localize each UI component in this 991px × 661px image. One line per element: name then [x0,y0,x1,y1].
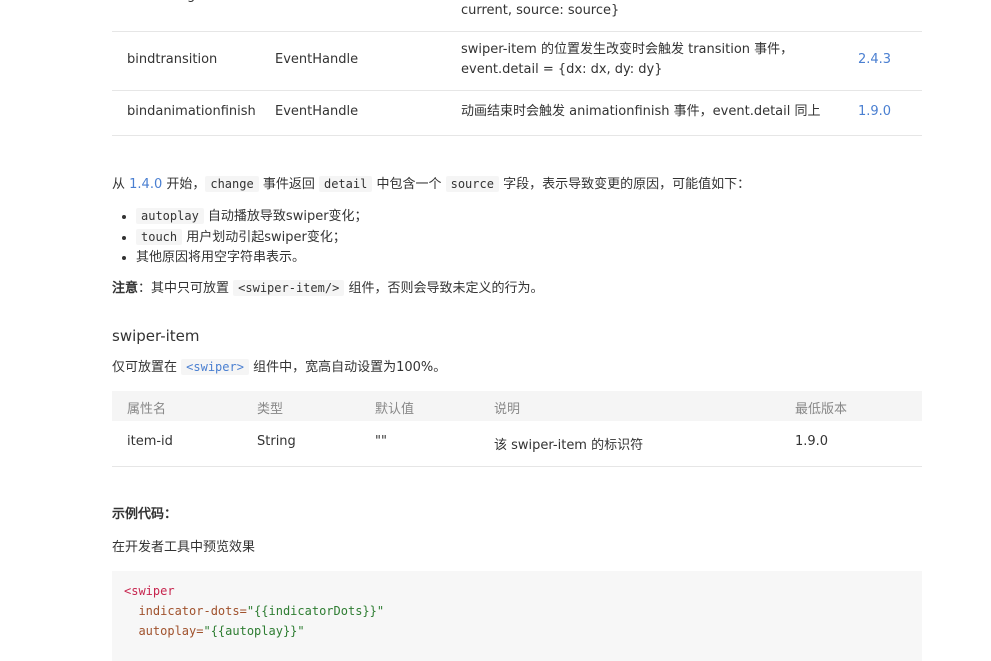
version-link[interactable]: 2.4.3 [858,50,891,70]
column-header: 默认值 [375,402,415,417]
code-attr: autoplay= [124,624,204,638]
prop-desc: 该 swiper-item 的标识符 [494,438,644,453]
swiper-item-desc: 仅可放置在 <swiper> 组件中，宽高自动设置为100%。 [112,357,446,378]
warning-text: 组件，否则会导致未定义的行为。 [344,281,544,296]
inline-code: touch [136,229,183,245]
list-item: touch 用户划动引起swiper变化； [136,227,368,248]
code-tag: <swiper [124,584,175,598]
table-header: 属性名 类型 默认值 说明 最低版本 [112,391,922,421]
note-text: 事件返回 [258,177,319,192]
source-values-list: autoplay 自动播放导致swiper变化； touch 用户划动引起swi… [112,206,368,268]
code-line: autoplay="{{autoplay}}" [124,621,305,641]
table-row: bindanimationfinish EventHandle 动画结束时会触发… [112,90,922,136]
event-type: EventHandle [275,104,359,119]
prop-default: "" [375,434,387,449]
inline-code: source [445,176,499,192]
event-name: bindanimationfinish [127,104,256,119]
code-attr: indicator-dots= [124,604,247,618]
inline-code: <swiper> [181,359,249,375]
desc-text: 组件中，宽高自动设置为100%。 [248,360,447,375]
event-desc-line1: 动画结束时会触发 animationfinish 事件，event.detail… [461,104,821,119]
column-header: 说明 [494,402,521,417]
warning-note: 注意：其中只可放置 <swiper-item/> 组件，否则会导致未定义的行为。 [112,278,543,299]
desc-text: 仅可放置在 [112,360,182,375]
code-string: "{{indicatorDots}}" [246,604,385,618]
note-text: 中包含一个 [372,177,446,192]
prop-type: String [257,434,296,449]
note-text: 从 [112,177,130,192]
inline-code: change [205,176,259,192]
event-type: EventHandle [275,0,358,6]
column-header: 最低版本 [795,402,848,417]
event-desc-line2: event.detail = {dx: dx, dy: dy} [461,62,663,77]
warning-text: ：其中只可放置 [138,281,234,296]
preview-link[interactable]: 在开发者工具中预览效果 [112,538,255,558]
code-string: "{{autoplay}}" [203,624,305,638]
inline-code: autoplay [136,208,204,224]
list-item-text: 自动播放导致swiper变化； [203,209,368,224]
event-type: EventHandle [275,52,359,67]
event-desc-line1: swiper-item 的位置发生改变时会触发 transition 事件， [461,42,794,57]
table-row: bindtransition EventHandle swiper-item 的… [112,31,922,91]
code-line: <swiper [124,581,175,601]
code-block: <swiper indicator-dots="{{indicatorDots}… [112,571,922,661]
event-name: bindchange [127,0,203,6]
prop-name: item-id [127,434,173,449]
section-heading: swiper-item [112,327,200,345]
event-desc-line2: current, source: source} [461,3,620,18]
example-title: 示例代码： [112,507,178,522]
event-name: bindtransition [127,52,218,67]
warning-label: 注意 [112,281,139,296]
list-item: 其他原因将用空字符串表示。 [136,248,368,268]
column-header: 类型 [257,402,284,417]
table-row: item-id String "" 该 swiper-item 的标识符 1.9… [112,421,922,467]
inline-code: detail [318,176,373,192]
note-text: 字段，表示导致变更的原因，可能值如下： [498,177,751,192]
note-text: 开始， [162,177,206,192]
inline-code: <swiper-item/> [233,280,345,296]
column-header: 属性名 [127,402,167,417]
list-item-text: 用户划动引起swiper变化； [182,230,346,245]
list-item-text: 其他原因将用空字符串表示。 [136,250,306,265]
version-link[interactable]: 1.4.0 [129,177,162,192]
version-link[interactable]: 1.9.0 [795,434,828,449]
table-row: bindchange EventHandle current, source: … [112,0,922,32]
code-line: indicator-dots="{{indicatorDots}}" [124,601,384,621]
version-link[interactable]: 1.9.0 [858,102,891,122]
change-event-note: 从 1.4.0 开始， change 事件返回 detail 中包含一个 sour… [112,174,750,195]
list-item: autoplay 自动播放导致swiper变化； [136,206,368,227]
